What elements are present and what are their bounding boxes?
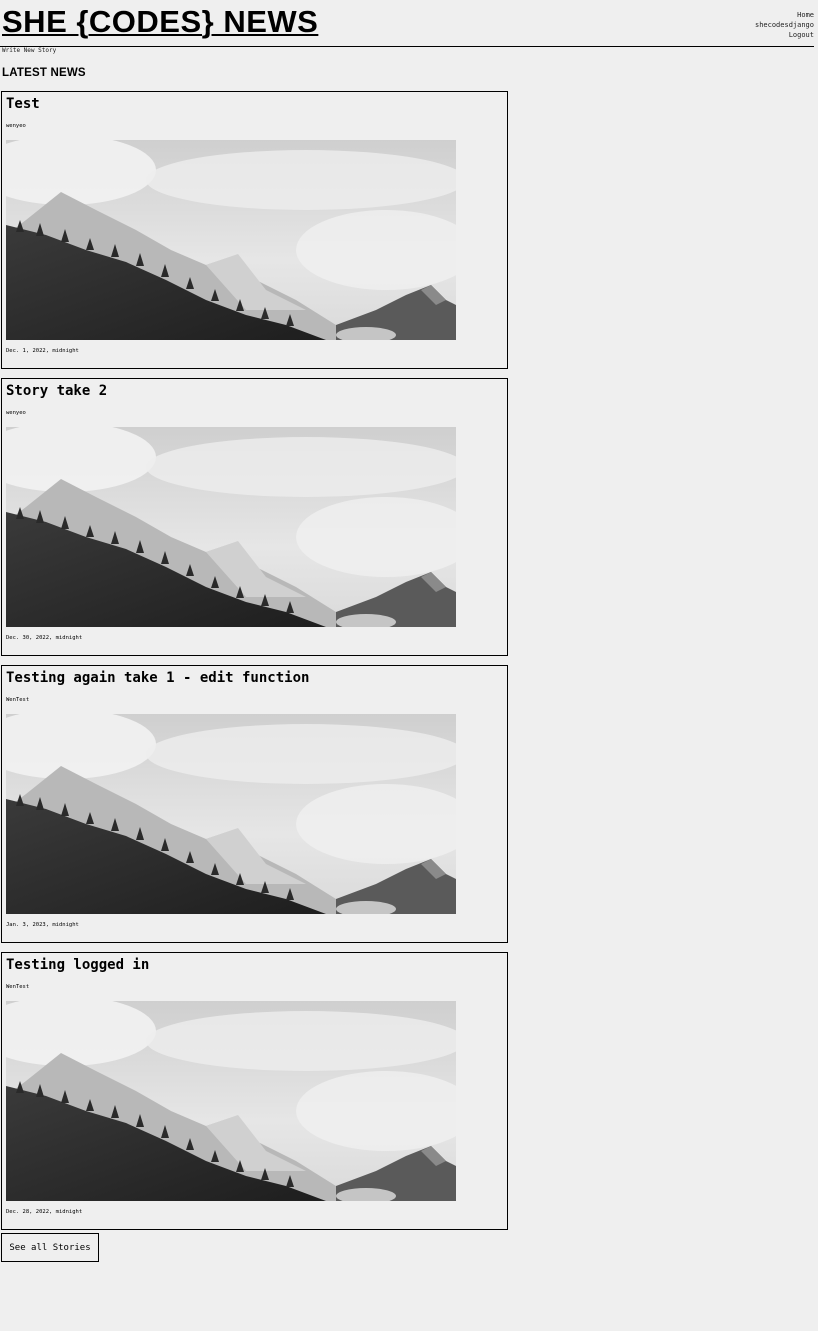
- mountain-forest-photo: [6, 1001, 456, 1201]
- story-title[interactable]: Test: [6, 96, 40, 112]
- story-date: Dec. 30, 2022, midnight: [6, 635, 83, 641]
- latest-news-heading: LATEST NEWS: [2, 67, 86, 79]
- story-title[interactable]: Testing logged in: [6, 957, 149, 973]
- story-image: [6, 714, 456, 914]
- site-header: SHE {CODES} NEWS Home shecodesdjango Log…: [0, 0, 814, 47]
- write-new-story-link[interactable]: Write New Story: [2, 47, 56, 54]
- story-author: WenTest: [6, 697, 30, 703]
- story-image: [6, 140, 456, 340]
- nav-home-link[interactable]: Home: [755, 10, 814, 20]
- mountain-forest-photo: [6, 140, 456, 340]
- nav-menu: Home shecodesdjango Logout: [755, 10, 814, 40]
- nav-username-link[interactable]: shecodesdjango: [755, 20, 814, 30]
- story-date: Jan. 3, 2023, midnight: [6, 922, 79, 928]
- see-all-stories-button[interactable]: See all Stories: [1, 1233, 99, 1262]
- nav-logout-link[interactable]: Logout: [755, 30, 814, 40]
- story-list: Test wenyeo Dec. 1, 2022, midnight Story…: [1, 91, 508, 1239]
- story-image: [6, 1001, 456, 1201]
- story-image: [6, 427, 456, 627]
- story-author: wenyeo: [6, 410, 26, 416]
- story-card[interactable]: Testing again take 1 - edit function Wen…: [1, 665, 508, 943]
- story-date: Dec. 1, 2022, midnight: [6, 348, 79, 354]
- story-author: wenyeo: [6, 123, 26, 129]
- story-card[interactable]: Testing logged in WenTest Dec. 28, 2022,…: [1, 952, 508, 1230]
- story-title[interactable]: Testing again take 1 - edit function: [6, 670, 309, 686]
- mountain-forest-photo: [6, 714, 456, 914]
- story-title[interactable]: Story take 2: [6, 383, 107, 399]
- site-title[interactable]: SHE {CODES} NEWS: [2, 4, 318, 40]
- story-author: WenTest: [6, 984, 30, 990]
- mountain-forest-photo: [6, 427, 456, 627]
- story-card[interactable]: Test wenyeo Dec. 1, 2022, midnight: [1, 91, 508, 369]
- story-date: Dec. 28, 2022, midnight: [6, 1209, 83, 1215]
- story-card[interactable]: Story take 2 wenyeo Dec. 30, 2022, midni…: [1, 378, 508, 656]
